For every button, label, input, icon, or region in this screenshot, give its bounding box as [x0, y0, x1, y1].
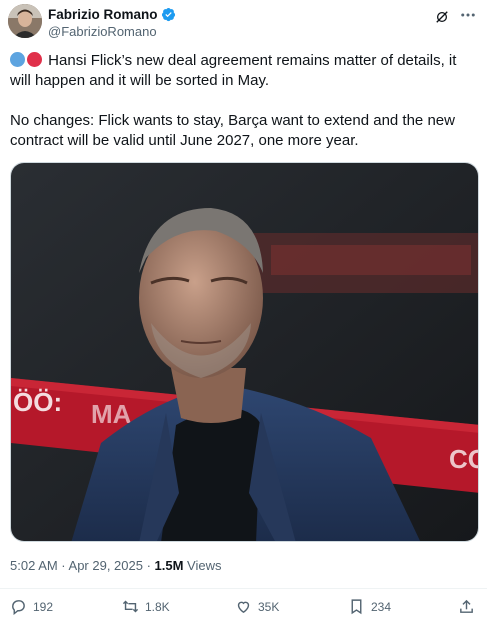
blue-circle-emoji-icon — [10, 52, 25, 67]
views-count: 1.5M — [154, 558, 184, 573]
avatar[interactable] — [8, 4, 42, 38]
tweet-paragraph-1: Hansi Flick’s new deal agreement remains… — [10, 51, 478, 91]
reply-button[interactable]: 192 — [10, 598, 53, 615]
repost-count: 1.8K — [145, 599, 170, 614]
like-count: 35K — [258, 599, 280, 614]
banner-text-right: CO — [449, 444, 479, 474]
reply-count: 192 — [33, 599, 54, 614]
timestamp[interactable]: 5:02 AM · Apr 29, 2025 · — [10, 558, 155, 573]
action-bar: 192 1.8K 35K 234 — [10, 598, 478, 618]
tweet-meta: 5:02 AM · Apr 29, 2025 · 1.5M Views — [10, 558, 222, 573]
reply-icon — [12, 600, 25, 615]
tweet-header: Fabrizio Romano @FabrizioRomano — [8, 4, 479, 44]
repost-button[interactable]: 1.8K — [122, 598, 170, 615]
banner-text-left: ÖÖ: — [13, 387, 62, 417]
author-handle[interactable]: @FabrizioRomano — [48, 24, 157, 39]
tweet-media-photo[interactable]: ÖÖ: MA CO — [10, 162, 479, 542]
repost-icon — [122, 600, 139, 613]
bookmark-count: 234 — [371, 599, 392, 614]
share-button[interactable] — [458, 598, 475, 615]
views-label: Views — [183, 558, 222, 573]
verified-badge-icon — [161, 7, 176, 22]
more-options-icon[interactable] — [459, 6, 477, 24]
bookmark-icon — [351, 599, 362, 615]
grok-icon[interactable] — [435, 10, 449, 24]
like-button[interactable]: 35K — [235, 598, 279, 615]
author-name[interactable]: Fabrizio Romano — [48, 7, 158, 22]
divider — [0, 588, 487, 589]
tweet-text-line1: Hansi Flick’s new deal agreement remains… — [10, 52, 457, 89]
banner-text-mid: MA — [91, 399, 132, 429]
tweet-paragraph-2: No changes: Flick wants to stay, Barça w… — [10, 112, 455, 149]
red-circle-emoji-icon — [27, 52, 42, 67]
share-icon — [460, 599, 473, 613]
bookmark-button[interactable]: 234 — [348, 598, 391, 615]
heart-icon — [237, 601, 250, 614]
